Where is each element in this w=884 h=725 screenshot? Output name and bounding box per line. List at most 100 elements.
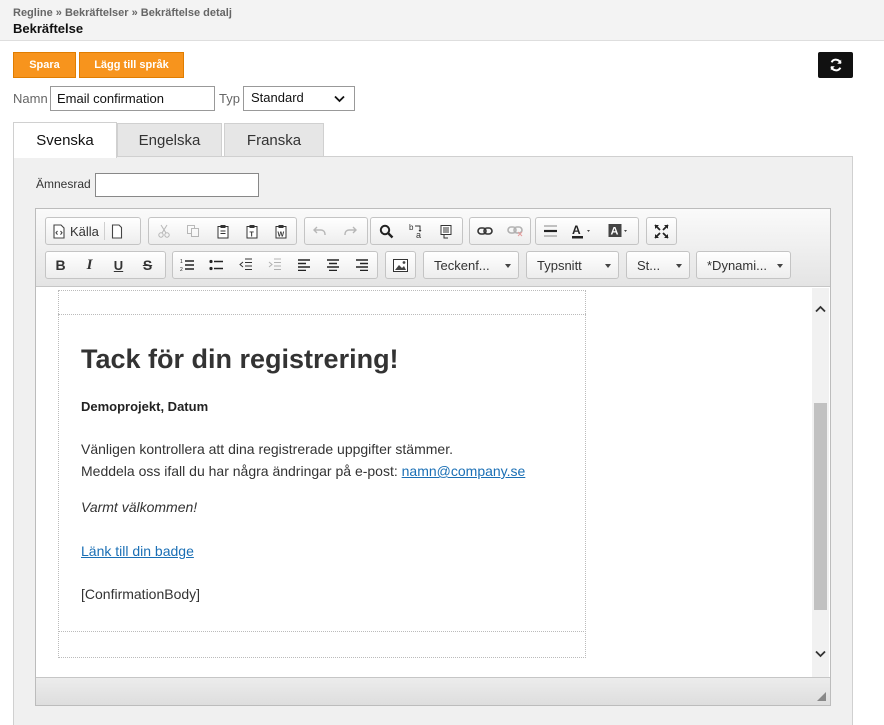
strike-icon: S — [142, 257, 153, 273]
source-icon — [53, 223, 65, 239]
link-icon — [477, 227, 493, 235]
subject-label: Ämnesrad — [36, 177, 91, 191]
font-format-combo[interactable]: Teckenf... — [423, 251, 519, 279]
unlink-button[interactable] — [500, 218, 530, 244]
email-address-link[interactable]: namn@company.se — [402, 463, 526, 479]
svg-text:A: A — [611, 226, 619, 238]
svg-text:2: 2 — [180, 267, 183, 272]
numbered-list-button[interactable]: 12 — [173, 252, 202, 278]
link-button[interactable] — [470, 218, 500, 244]
confirmation-body-placeholder: [ConfirmationBody] — [81, 586, 201, 602]
search-icon — [379, 224, 393, 238]
resize-handle-icon[interactable] — [817, 692, 826, 701]
tab-svenska[interactable]: Svenska — [13, 122, 117, 158]
copy-button[interactable] — [178, 218, 207, 244]
email-line-2-text: Meddela oss ifall du har några ändringar… — [81, 463, 402, 479]
bulleted-list-icon — [209, 259, 223, 271]
underline-button[interactable]: U — [104, 252, 133, 278]
decrease-indent-button[interactable] — [231, 252, 260, 278]
dynamic-fields-label: *Dynami... — [707, 258, 767, 273]
editor-scrollbar[interactable] — [812, 288, 829, 677]
increase-indent-button[interactable] — [260, 252, 289, 278]
toolbar-group-find: ba — [370, 217, 463, 245]
chevron-down-icon — [505, 264, 511, 268]
chevron-down-icon — [676, 264, 682, 268]
chevron-up-icon[interactable] — [815, 304, 826, 314]
svg-text:1: 1 — [180, 259, 183, 265]
font-format-label: Teckenf... — [434, 258, 490, 273]
email-welcome: Varmt välkommen! — [81, 499, 198, 515]
redo-button[interactable] — [335, 218, 365, 244]
toolbar-group-document: Källa — [45, 217, 141, 245]
toolbar-group-format: A A — [535, 217, 639, 245]
subject-input[interactable] — [95, 173, 259, 197]
paste-word-icon: W — [275, 224, 287, 238]
new-page-icon — [111, 223, 122, 239]
scrollbar-thumb[interactable] — [814, 403, 827, 610]
dynamic-fields-combo[interactable]: *Dynami... — [696, 251, 791, 279]
background-color-icon: A — [608, 224, 627, 238]
select-all-button[interactable] — [431, 218, 461, 244]
paste-text-button[interactable]: T — [237, 218, 266, 244]
source-label: Källa — [70, 223, 99, 239]
breadcrumb[interactable]: Regline » Bekräftelser » Bekräftelse det… — [13, 7, 232, 19]
bold-icon: B — [55, 257, 66, 273]
name-input[interactable] — [50, 86, 215, 111]
text-color-icon: A — [572, 223, 590, 239]
font-combo[interactable]: Typsnitt — [526, 251, 619, 279]
refresh-button[interactable] — [818, 52, 853, 78]
chevron-down-icon — [605, 264, 611, 268]
type-select-value: Standard — [251, 90, 304, 105]
align-center-icon — [326, 259, 339, 271]
replace-button[interactable]: ba — [401, 218, 431, 244]
add-language-button[interactable]: Lägg till språk — [79, 52, 184, 78]
align-center-button[interactable] — [318, 252, 347, 278]
italic-icon: I — [86, 256, 93, 273]
maximize-icon — [654, 223, 669, 239]
type-select[interactable]: Standard — [243, 86, 355, 111]
svg-text:b: b — [409, 223, 414, 232]
editor-content[interactable]: Tack för din registrering! Demoprojekt, … — [36, 288, 830, 677]
new-page-button[interactable] — [105, 218, 129, 244]
align-right-icon — [355, 259, 368, 271]
unlink-icon — [507, 226, 523, 237]
paste-button[interactable] — [208, 218, 237, 244]
chevron-down-icon — [334, 95, 345, 103]
horizontal-rule-button[interactable] — [536, 218, 564, 244]
align-left-button[interactable] — [289, 252, 318, 278]
email-subheading: Demoprojekt, Datum — [81, 399, 209, 414]
toolbar-group-clipboard: T W — [148, 217, 297, 245]
align-left-icon — [297, 259, 310, 271]
svg-text:W: W — [278, 231, 285, 238]
paste-icon — [217, 224, 229, 238]
editor-statusbar — [36, 677, 830, 705]
text-color-button[interactable]: A — [564, 218, 602, 244]
cut-button[interactable] — [149, 218, 178, 244]
background-color-button[interactable]: A — [602, 218, 638, 244]
undo-button[interactable] — [305, 218, 335, 244]
name-label: Namn — [13, 91, 48, 106]
refresh-icon — [830, 58, 841, 72]
paste-word-button[interactable]: W — [267, 218, 296, 244]
underline-icon: U — [113, 257, 124, 273]
font-size-combo[interactable]: St... — [626, 251, 690, 279]
indent-icon — [268, 258, 281, 270]
email-line-2: Meddela oss ifall du har några ändringar… — [81, 463, 525, 479]
tab-franska[interactable]: Franska — [224, 123, 324, 156]
image-button[interactable] — [386, 252, 415, 278]
badge-link[interactable]: Länk till din badge — [81, 543, 194, 559]
chevron-down-icon[interactable] — [815, 649, 826, 659]
save-button[interactable]: Spara — [13, 52, 76, 78]
bold-button[interactable]: B — [46, 252, 75, 278]
maximize-button[interactable] — [647, 218, 676, 244]
toolbar-group-maximize — [646, 217, 677, 245]
email-heading: Tack för din registrering! — [81, 344, 399, 374]
italic-button[interactable]: I — [75, 252, 104, 278]
numbered-list-icon: 12 — [180, 259, 194, 272]
source-button[interactable]: Källa — [46, 218, 104, 244]
bulleted-list-button[interactable] — [202, 252, 231, 278]
tab-engelska[interactable]: Engelska — [117, 123, 222, 156]
strike-button[interactable]: S — [133, 252, 162, 278]
find-button[interactable] — [371, 218, 401, 244]
align-right-button[interactable] — [347, 252, 376, 278]
